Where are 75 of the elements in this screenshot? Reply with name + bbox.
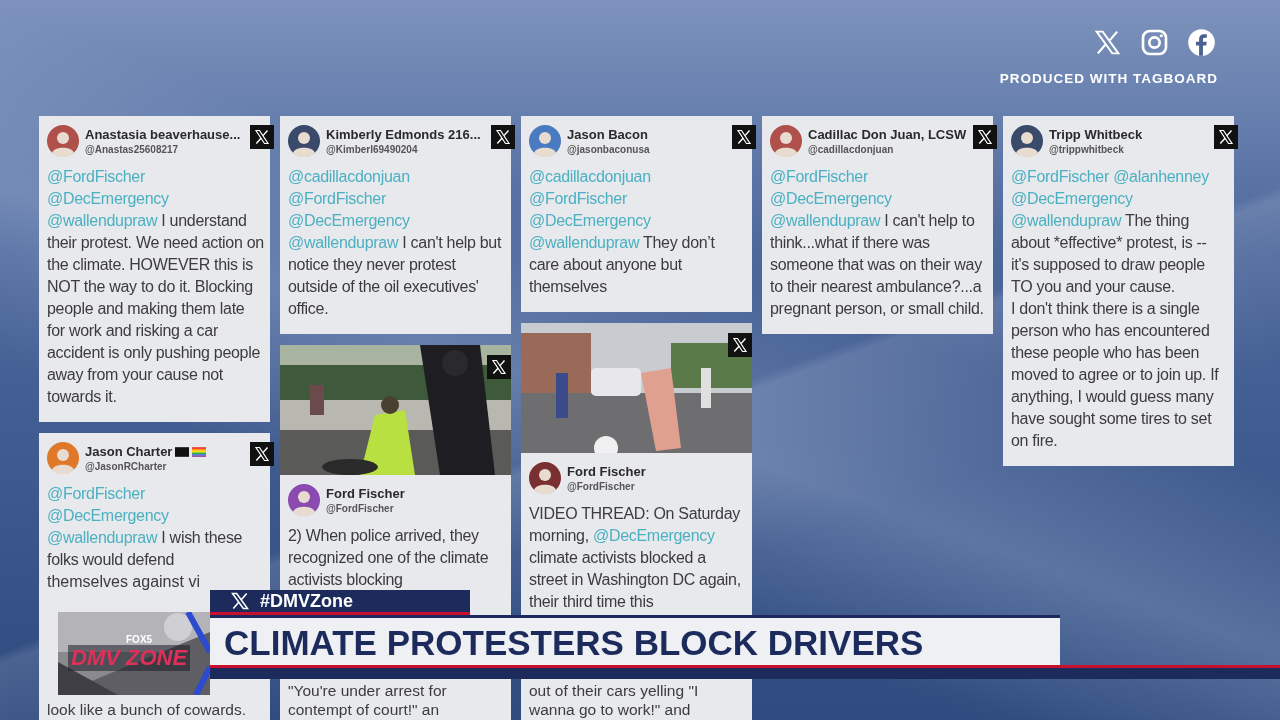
post-text: themselves against vi: [47, 572, 200, 592]
avatar: [47, 125, 79, 157]
author-handle: @Anastas25608217: [85, 144, 180, 155]
facebook-icon: [1187, 28, 1216, 57]
post-text: @FordFischer @DecEmergency @wallendupraw I understand their protest. We need action on the climate. HOWEVER this is NOT the way to do it. Blocking people and making them late for work and risking a car accident is only pushing people away from your cause not towards it.: [46, 167, 265, 407]
mention-link[interactable]: @wallendupraw: [529, 234, 640, 251]
mention-link[interactable]: @FordFischer: [288, 190, 386, 207]
x-logo-icon: [1093, 28, 1122, 57]
mention-link[interactable]: @wallendupraw: [770, 212, 881, 229]
mention-link[interactable]: @alanhenney: [1113, 168, 1209, 185]
author-handle: @FordFischer: [567, 481, 636, 492]
instagram-icon: [1140, 28, 1169, 57]
avatar: [1011, 125, 1043, 157]
author-handle: @trippwhitbeck: [1049, 144, 1125, 155]
mention-link[interactable]: @DecEmergency: [47, 190, 169, 207]
hashtag: #DMVZone: [260, 590, 353, 612]
post-text: @cadillacdonjuan @FordFischer @DecEmergency @wallendupraw They don’t care about anyone but themselves: [528, 167, 716, 297]
produced-with-tagboard-credit: PRODUCED WITH TAGBOARD: [999, 71, 1218, 86]
x-logo-icon[interactable]: [1214, 125, 1238, 149]
x-logo-icon[interactable]: [732, 125, 756, 149]
post-text: out of their cars yelling "I wanna go to work!" and: [528, 681, 700, 720]
pride-flag-icon: [192, 446, 207, 457]
mention-link[interactable]: @DecEmergency: [288, 212, 410, 229]
mention-link[interactable]: @wallendupraw: [1011, 212, 1122, 229]
x-logo-icon[interactable]: [250, 442, 274, 466]
mention-link[interactable]: @wallendupraw: [47, 212, 158, 229]
mention-link[interactable]: @wallendupraw: [47, 529, 158, 546]
post-text: "You're under arrest for contempt of court!" an: [287, 681, 448, 720]
author-name: Kimberly Edmonds 216...: [326, 127, 481, 142]
mention-link[interactable]: @wallendupraw: [288, 234, 399, 251]
author-name: Jason Charter: [85, 444, 173, 459]
mention-link[interactable]: @FordFischer: [529, 190, 627, 207]
x-logo-icon[interactable]: [728, 333, 752, 357]
avatar: [770, 125, 802, 157]
headline: CLIMATE PROTESTERS BLOCK DRIVERS: [224, 622, 924, 663]
author-handle: @jasonbaconusa: [567, 144, 650, 155]
avatar: [529, 462, 561, 494]
post-text: look like a bunch of cowards.: [46, 700, 248, 720]
post-text: VIDEO THREAD: On Saturday morning, @DecEmergency climate activists blocked a street in Washington DC again, their third time this: [528, 504, 742, 612]
author-handle: @JasonRCharter: [85, 461, 168, 472]
x-logo-icon[interactable]: [487, 355, 511, 379]
mention-link[interactable]: @FordFischer: [1011, 168, 1109, 185]
mention-link[interactable]: @cadillacdonjuan: [288, 168, 410, 185]
x-logo-icon: [230, 591, 250, 611]
mention-link[interactable]: @DecEmergency: [47, 507, 169, 524]
author-name: Ford Fischer: [567, 464, 646, 479]
author-name: Tripp Whitbeck: [1049, 127, 1143, 142]
author-name: Cadillac Don Juan, LCSW: [808, 127, 967, 142]
avatar: [47, 442, 79, 474]
author-handle: @cadillacdonjuan: [808, 144, 895, 155]
author-name: Jason Bacon: [567, 127, 648, 142]
mention-link[interactable]: @FordFischer: [47, 485, 145, 502]
mention-link[interactable]: @FordFischer: [47, 168, 145, 185]
mention-link[interactable]: @cadillacdonjuan: [529, 168, 651, 185]
author-name: Anastasia beaverhause...: [85, 127, 241, 142]
avatar: [529, 125, 561, 157]
x-logo-icon[interactable]: [491, 125, 515, 149]
author-handle: @FordFischer: [326, 503, 395, 514]
mention-link[interactable]: @DecEmergency: [593, 527, 715, 544]
x-logo-icon[interactable]: [973, 125, 997, 149]
author-handle: @Kimberl69490204: [326, 144, 419, 155]
network-logo: FOX5: [126, 634, 153, 645]
mention-link[interactable]: @DecEmergency: [770, 190, 892, 207]
mention-link[interactable]: @DecEmergency: [1011, 190, 1133, 207]
post-text: @FordFischer @DecEmergency @wallendupraw I can't help to think...what if there was someone that was on their way to their nearest ambulance?...a pregnant person, or small child.: [769, 167, 985, 319]
avatar: [288, 484, 320, 516]
author-name: Ford Fischer: [326, 486, 405, 501]
post-text: @cadillacdonjuan @FordFischer @DecEmergency @wallendupraw I can't help but notice they never protest outside of the oil executives' office.: [287, 167, 503, 319]
x-logo-icon[interactable]: [250, 125, 274, 149]
avatar: [288, 125, 320, 157]
post-text: @FordFischer @alanhenney @DecEmergency @wallendupraw The thing about *effective* protest, is -- it's supposed to draw people TO you and your cause. I don't think there is a single person who has encountered these people who has been moved to agree or to join up. If anything, I would guess many have sought some tires to set on fire.: [1010, 167, 1220, 451]
mention-link[interactable]: @FordFischer: [770, 168, 868, 185]
mention-link[interactable]: @DecEmergency: [529, 212, 651, 229]
show-logo: DMV ZONE: [68, 645, 191, 671]
post-text: 2) When police arrived, they recognized one of the climate activists blocking: [287, 526, 490, 590]
